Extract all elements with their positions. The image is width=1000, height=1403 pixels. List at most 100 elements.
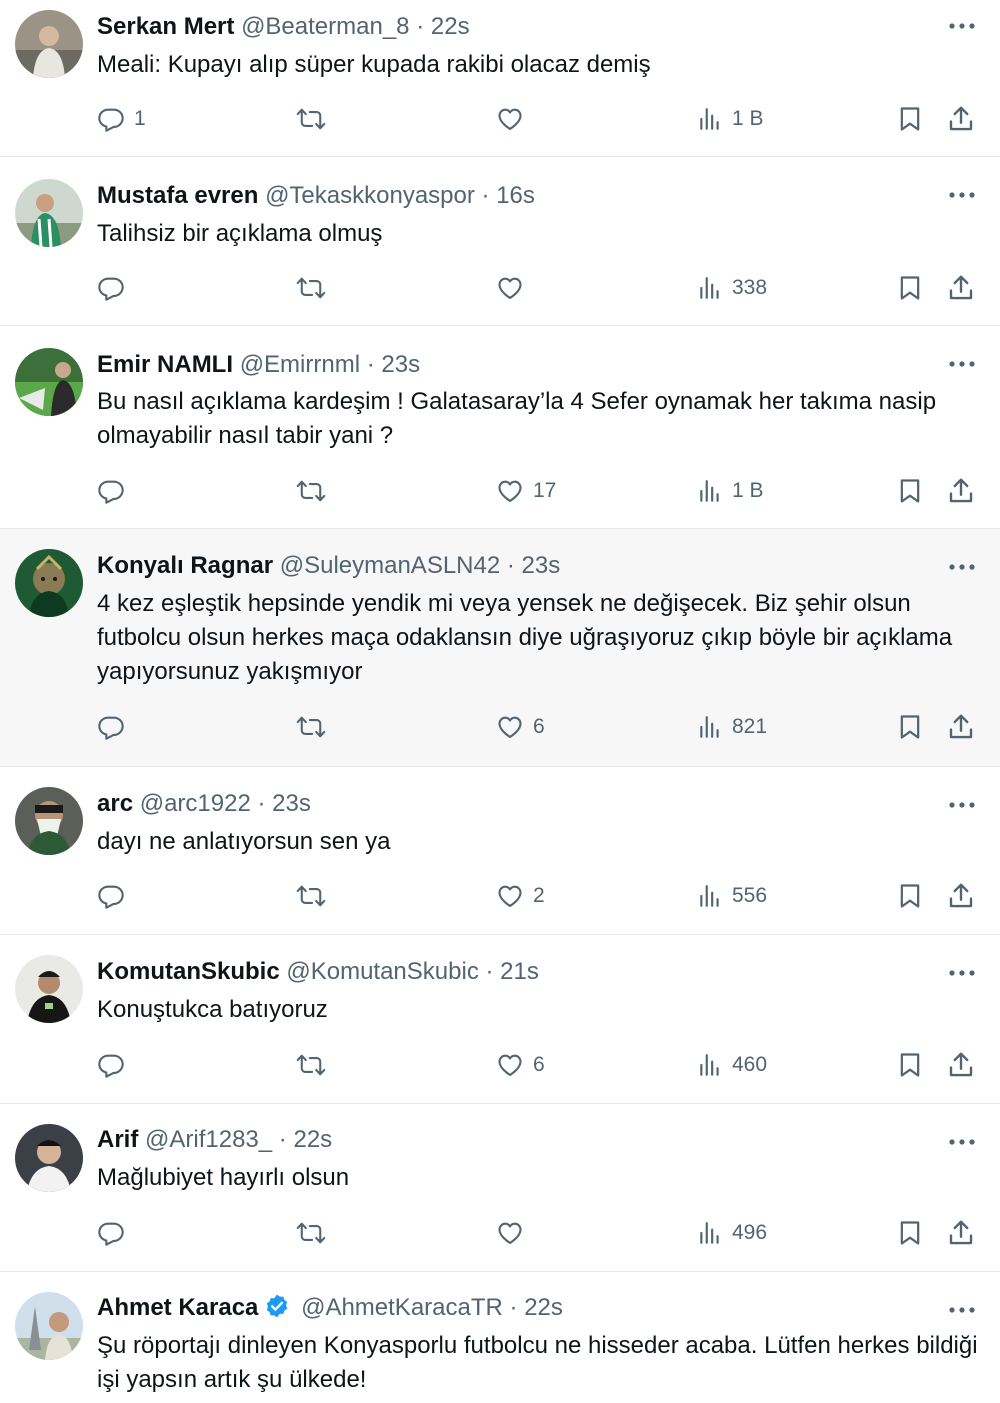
like-button[interactable] bbox=[496, 99, 533, 139]
tweet[interactable]: Emir NAMLI @Emirrnml · 23s Bu nasıl açık… bbox=[0, 326, 1000, 529]
display-name[interactable]: arc bbox=[97, 790, 133, 817]
avatar[interactable] bbox=[15, 1124, 83, 1192]
user-handle[interactable]: @SuleymanASLN42 bbox=[280, 552, 500, 579]
user-handle[interactable]: @arc1922 bbox=[140, 790, 251, 817]
action-bar: 2 556 bbox=[0, 876, 1000, 916]
bookmark-button[interactable] bbox=[896, 471, 924, 511]
share-button[interactable] bbox=[946, 707, 976, 747]
share-button[interactable] bbox=[946, 1213, 976, 1253]
retweet-button[interactable] bbox=[296, 1213, 335, 1253]
share-button[interactable] bbox=[946, 876, 976, 916]
tweet[interactable]: Arif @Arif1283_ · 22s Mağlubiyet hayırlı… bbox=[0, 1104, 1000, 1272]
share-button[interactable] bbox=[946, 268, 976, 308]
views-button[interactable]: 338 bbox=[697, 268, 767, 308]
action-bar: 6 821 bbox=[0, 707, 1000, 747]
retweet-button[interactable] bbox=[296, 471, 335, 511]
timestamp[interactable]: 21s bbox=[500, 958, 539, 985]
display-name[interactable]: Ahmet Karaca bbox=[97, 1294, 258, 1321]
tweet-text: dayı ne anlatıyorsun sen ya bbox=[97, 828, 391, 855]
user-handle[interactable]: @Arif1283_ bbox=[145, 1126, 272, 1153]
tweet-header: Arif @Arif1283_ · 22s bbox=[97, 1125, 332, 1155]
avatar[interactable] bbox=[15, 348, 83, 416]
more-icon[interactable] bbox=[948, 352, 976, 376]
display-name[interactable]: Arif bbox=[97, 1126, 138, 1153]
views-button[interactable]: 460 bbox=[697, 1045, 767, 1085]
tweet[interactable]: arc @arc1922 · 23s dayı ne anlatıyorsun … bbox=[0, 767, 1000, 935]
avatar[interactable] bbox=[15, 955, 83, 1023]
tweet[interactable]: Konyalı Ragnar @SuleymanASLN42 · 23s 4 k… bbox=[0, 529, 1000, 767]
like-button[interactable] bbox=[496, 268, 533, 308]
timestamp[interactable]: 22s bbox=[293, 1126, 332, 1153]
more-icon[interactable] bbox=[948, 555, 976, 579]
retweet-button[interactable] bbox=[296, 876, 335, 916]
retweet-button[interactable] bbox=[296, 99, 335, 139]
avatar[interactable] bbox=[15, 10, 83, 78]
bookmark-button[interactable] bbox=[896, 1045, 924, 1085]
display-name[interactable]: Emir NAMLI bbox=[97, 351, 233, 378]
bookmark-button[interactable] bbox=[896, 99, 924, 139]
timestamp[interactable]: 22s bbox=[431, 13, 470, 40]
timestamp[interactable]: 23s bbox=[381, 351, 420, 378]
reply-button[interactable] bbox=[97, 1045, 134, 1085]
more-icon[interactable] bbox=[948, 961, 976, 985]
display-name[interactable]: KomutanSkubic bbox=[97, 958, 280, 985]
user-handle[interactable]: @KomutanSkubic bbox=[286, 958, 478, 985]
timestamp[interactable]: 23s bbox=[272, 790, 311, 817]
timestamp[interactable]: 16s bbox=[496, 182, 535, 209]
share-button[interactable] bbox=[946, 471, 976, 511]
retweet-button[interactable] bbox=[296, 1045, 335, 1085]
user-handle[interactable]: @Beaterman_8 bbox=[241, 13, 409, 40]
user-handle[interactable]: @Emirrnml bbox=[240, 351, 360, 378]
views-button[interactable]: 556 bbox=[697, 876, 767, 916]
like-button[interactable]: 17 bbox=[496, 471, 556, 511]
share-icon bbox=[949, 1220, 973, 1245]
tweet[interactable]: Ahmet Karaca @AhmetKaracaTR · 22s Şu röp… bbox=[0, 1272, 1000, 1403]
avatar[interactable] bbox=[15, 179, 83, 247]
more-icon[interactable] bbox=[948, 1298, 976, 1322]
bookmark-button[interactable] bbox=[896, 876, 924, 916]
tweet[interactable]: Mustafa evren @Tekaskkonyaspor · 16s Tal… bbox=[0, 157, 1000, 326]
reply-button[interactable]: 1 bbox=[97, 99, 146, 139]
timestamp[interactable]: 23s bbox=[522, 552, 561, 579]
retweet-button[interactable] bbox=[296, 268, 335, 308]
more-icon[interactable] bbox=[948, 14, 976, 38]
more-icon[interactable] bbox=[948, 1130, 976, 1154]
tweet[interactable]: KomutanSkubic @KomutanSkubic · 21s Konuş… bbox=[0, 935, 1000, 1104]
views-button[interactable]: 1 B bbox=[697, 99, 764, 139]
avatar[interactable] bbox=[15, 549, 83, 617]
avatar[interactable] bbox=[15, 1292, 83, 1360]
bookmark-icon bbox=[900, 107, 920, 131]
bookmark-button[interactable] bbox=[896, 268, 924, 308]
action-bar: 17 1 B bbox=[0, 471, 1000, 511]
separator-dot: · bbox=[485, 958, 494, 985]
action-bar: 338 bbox=[0, 268, 1000, 308]
views-button[interactable]: 821 bbox=[697, 707, 767, 747]
reply-button[interactable] bbox=[97, 1213, 134, 1253]
share-button[interactable] bbox=[946, 1045, 976, 1085]
like-button[interactable]: 2 bbox=[496, 876, 545, 916]
bookmark-button[interactable] bbox=[896, 707, 924, 747]
tweet[interactable]: Serkan Mert @Beaterman_8 · 22s Meali: Ku… bbox=[0, 0, 1000, 157]
more-icon[interactable] bbox=[948, 793, 976, 817]
user-handle[interactable]: @AhmetKaracaTR bbox=[301, 1294, 503, 1321]
views-button[interactable]: 1 B bbox=[697, 471, 764, 511]
avatar[interactable] bbox=[15, 787, 83, 855]
user-handle[interactable]: @Tekaskkonyaspor bbox=[265, 182, 475, 209]
more-icon[interactable] bbox=[948, 183, 976, 207]
share-button[interactable] bbox=[946, 99, 976, 139]
reply-button[interactable] bbox=[97, 707, 134, 747]
bookmark-button[interactable] bbox=[896, 1213, 924, 1253]
retweet-button[interactable] bbox=[296, 707, 335, 747]
reply-button[interactable] bbox=[97, 471, 134, 511]
display-name[interactable]: Mustafa evren bbox=[97, 182, 258, 209]
like-button[interactable]: 6 bbox=[496, 1045, 545, 1085]
views-button[interactable]: 496 bbox=[697, 1213, 767, 1253]
reply-button[interactable] bbox=[97, 268, 134, 308]
like-button[interactable] bbox=[496, 1213, 533, 1253]
reply-button[interactable] bbox=[97, 876, 134, 916]
display-name[interactable]: Serkan Mert bbox=[97, 13, 234, 40]
timestamp[interactable]: 22s bbox=[524, 1294, 563, 1321]
display-name[interactable]: Konyalı Ragnar bbox=[97, 552, 273, 579]
like-button[interactable]: 6 bbox=[496, 707, 545, 747]
reply-icon bbox=[98, 108, 124, 132]
